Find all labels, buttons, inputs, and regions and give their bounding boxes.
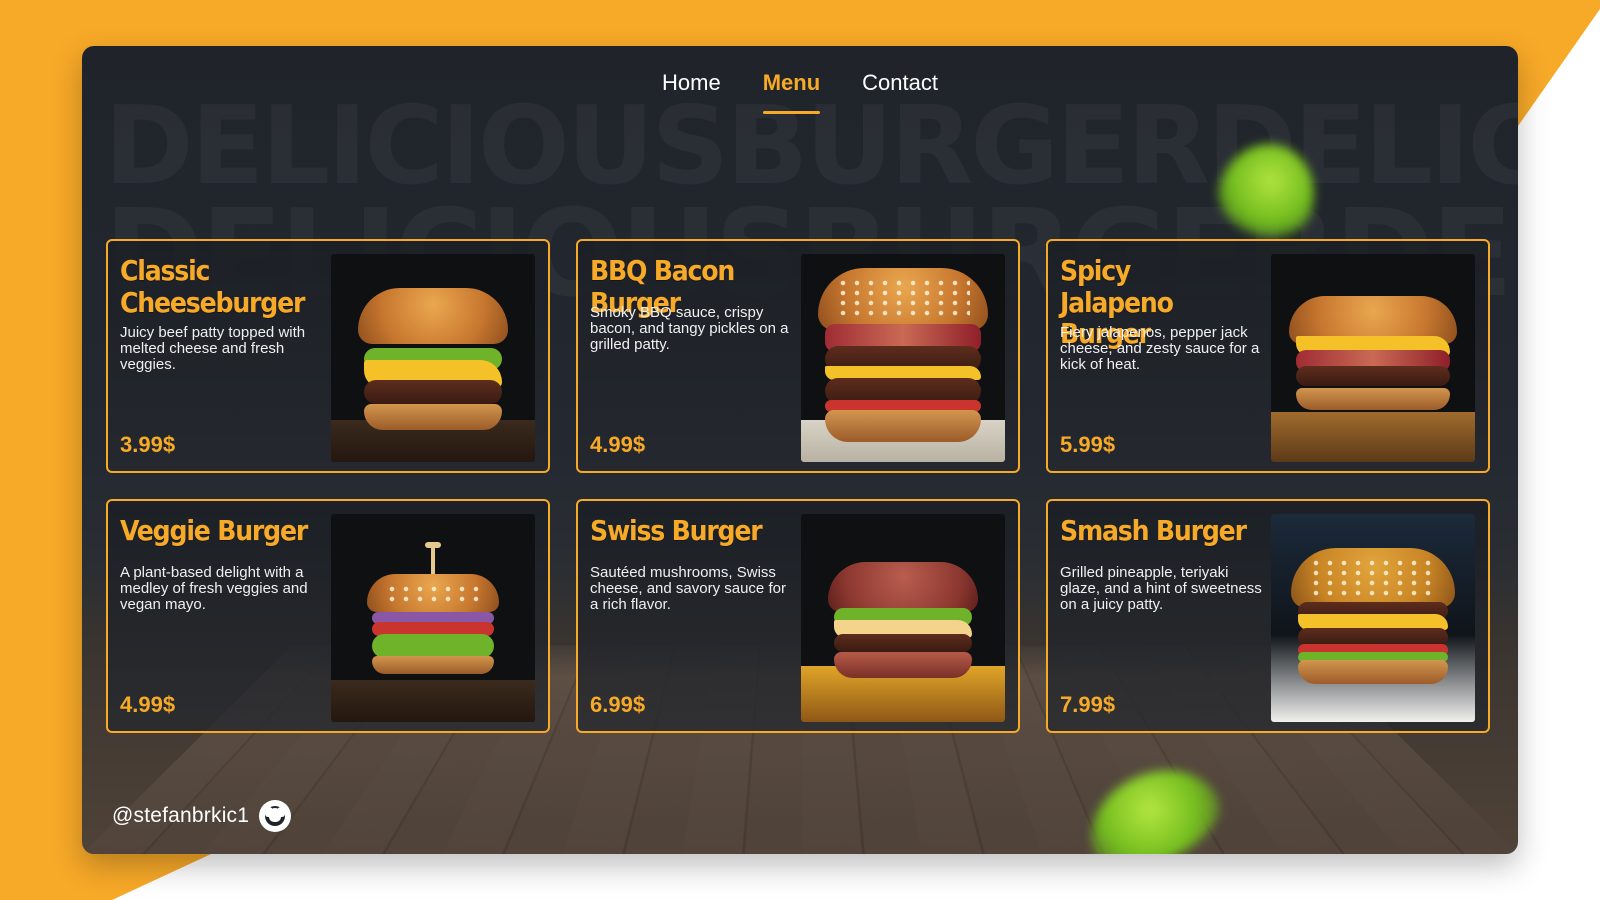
menu-item-description: Fiery jalapenos, pepper jack cheese, and… xyxy=(1060,324,1260,374)
burger-illustration xyxy=(828,562,978,692)
patty-layer xyxy=(364,380,502,404)
author-footer: @stefanbrkic1 xyxy=(112,800,292,832)
menu-item-title: Smash Burger xyxy=(1060,514,1247,547)
menu-item-description: Sautéed mushrooms, Swiss cheese, and sav… xyxy=(590,564,786,614)
spicy-jalapeno-burger-image xyxy=(1271,254,1475,462)
menu-item-title: Swiss Burger xyxy=(590,514,763,547)
bun-top xyxy=(358,288,508,344)
burger-illustration xyxy=(358,288,508,438)
menu-item-description: Smoky BBQ sauce, crispy bacon, and tangy… xyxy=(590,304,789,354)
burger-illustration xyxy=(1291,548,1455,704)
menu-card-bbq-bacon-burger[interactable]: BBQ Bacon Burger Smoky BBQ sauce, crispy… xyxy=(576,239,1020,473)
menu-item-description: A plant-based delight with a medley of f… xyxy=(120,564,308,614)
bun-bottom xyxy=(834,652,972,678)
patty-layer xyxy=(1295,366,1451,386)
bun-bottom xyxy=(1297,660,1449,684)
bbq-bacon-burger-image xyxy=(801,254,1005,462)
menu-card-spicy-jalapeno-burger[interactable]: Spicy Jalapeno Burger Fiery jalapenos, p… xyxy=(1046,239,1490,473)
menu-card-smash-burger[interactable]: Smash Burger Grilled pineapple, teriyaki… xyxy=(1046,499,1490,733)
classic-cheeseburger-image xyxy=(331,254,535,462)
bun-top xyxy=(818,268,988,330)
author-handle[interactable]: @stefanbrkic1 xyxy=(112,804,249,828)
bun-bottom xyxy=(364,404,502,430)
menu-item-price: 4.99$ xyxy=(120,692,176,717)
menu-item-price: 3.99$ xyxy=(120,432,176,457)
menu-card-swiss-burger[interactable]: Swiss Burger Sautéed mushrooms, Swiss ch… xyxy=(576,499,1020,733)
menu-grid: Classic Cheeseburger Juicy beef patty to… xyxy=(106,239,1494,733)
page: DELICIOUSBURGERDELICIOUSBUR DELICIOUSBUR… xyxy=(0,0,1600,900)
github-icon[interactable] xyxy=(259,800,292,832)
bun-top xyxy=(367,574,499,612)
bun-top xyxy=(1291,548,1455,608)
menu-card-classic-cheeseburger[interactable]: Classic Cheeseburger Juicy beef patty to… xyxy=(106,239,550,473)
menu-panel: DELICIOUSBURGERDELICIOUSBUR DELICIOUSBUR… xyxy=(82,46,1518,854)
swiss-burger-image xyxy=(801,514,1005,722)
menu-item-price: 7.99$ xyxy=(1060,692,1116,717)
menu-item-price: 6.99$ xyxy=(590,692,646,717)
menu-item-price: 5.99$ xyxy=(1060,432,1116,457)
menu-item-price: 4.99$ xyxy=(590,432,646,457)
nav-contact-link[interactable]: Contact xyxy=(862,70,938,114)
bun-bottom xyxy=(824,410,982,442)
menu-item-title: Classic Cheeseburger xyxy=(120,254,305,319)
lettuce-layer xyxy=(372,634,494,658)
patty-layer xyxy=(834,634,972,652)
top-navigation: Home Menu Contact xyxy=(82,70,1518,114)
bun-bottom xyxy=(1295,388,1451,410)
burger-illustration xyxy=(367,542,499,694)
nav-home-link[interactable]: Home xyxy=(662,70,721,114)
veggie-burger-image xyxy=(331,514,535,722)
bun-bottom xyxy=(372,656,494,674)
menu-item-description: Juicy beef patty topped with melted chee… xyxy=(120,324,306,374)
smash-burger-image xyxy=(1271,514,1475,722)
burger-illustration xyxy=(1289,296,1457,436)
menu-item-description: Grilled pineapple, teriyaki glaze, and a… xyxy=(1060,564,1262,614)
nav-menu-link[interactable]: Menu xyxy=(762,70,821,114)
menu-card-veggie-burger[interactable]: Veggie Burger A plant-based delight with… xyxy=(106,499,550,733)
burger-illustration xyxy=(818,268,988,458)
menu-item-title: Veggie Burger xyxy=(120,514,308,547)
bun-top xyxy=(828,562,978,612)
